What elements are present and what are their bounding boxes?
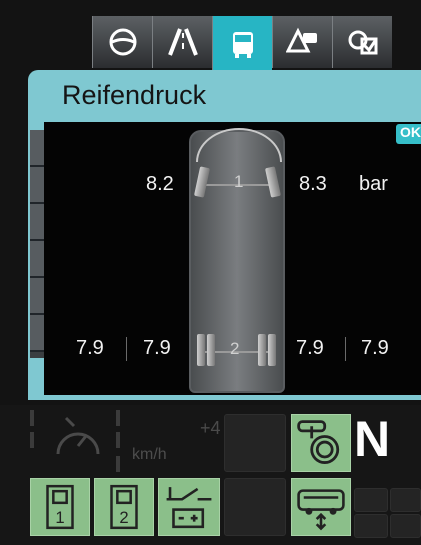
dash-marker (116, 410, 120, 426)
tab-checks[interactable] (332, 16, 392, 68)
separator (345, 337, 346, 361)
empty-slot (354, 514, 388, 538)
empty-slot (354, 488, 388, 512)
empty-slot (224, 414, 286, 472)
tab-steering[interactable] (92, 16, 152, 68)
pressure-rear-left-outer: 7.9 (76, 337, 104, 359)
tire-pressure-screen: Reifendruck OK 1 2 8.2 8.3 bar 7.9 7.9 7… (0, 0, 421, 545)
steering-wheel-icon (109, 28, 136, 56)
pressure-rear-right-outer: 7.9 (361, 337, 389, 359)
tire-2-left-inner (207, 334, 215, 366)
bus-kneeling-icon (297, 489, 345, 531)
door-2-icon: 2 (110, 484, 138, 530)
status-badge: OK (396, 124, 421, 144)
dash-marker (116, 456, 120, 472)
tire-2-right-inner (258, 334, 266, 366)
parking-brake-icon (297, 420, 340, 464)
dash-marker (116, 432, 120, 448)
pressure-front-right: 8.3 (299, 173, 327, 195)
empty-slot (390, 514, 421, 538)
tab-bus[interactable] (212, 16, 272, 74)
tire-2-left-outer (197, 334, 205, 366)
warning-message-icon (285, 27, 317, 53)
gear-indicator: N (354, 411, 391, 467)
tire-2-right-outer (268, 334, 276, 366)
axle-2-label: 2 (230, 339, 240, 358)
empty-slot (390, 488, 421, 512)
axle-1-label: 1 (234, 172, 244, 191)
parking-brake-button[interactable] (291, 414, 351, 472)
door-2-label: 2 (119, 508, 128, 527)
speed-unit: km/h (132, 446, 167, 463)
cruise-control-icon (56, 416, 100, 455)
tab-road[interactable] (152, 16, 212, 68)
empty-slot (224, 478, 286, 536)
battery-switch-button[interactable] (158, 478, 220, 536)
page-title: Reifendruck (62, 80, 207, 110)
key-check-icon (348, 30, 377, 55)
tab-warnings[interactable] (272, 16, 332, 68)
battery-switch-icon (166, 487, 212, 529)
pressure-unit: bar (359, 173, 388, 195)
pressure-front-left: 8.2 (146, 173, 174, 195)
bus-kneeling-button[interactable] (291, 478, 351, 536)
pressure-rear-right-inner: 7.9 (296, 337, 324, 359)
speed-offset: +4 (200, 418, 221, 438)
bus-icon (232, 32, 253, 58)
dash-marker (30, 410, 34, 426)
dash-marker (30, 432, 34, 448)
door-2-button[interactable]: 2 (94, 478, 154, 536)
scroll-strip[interactable] (30, 130, 44, 358)
door-1-icon: 1 (46, 484, 74, 530)
door-1-label: 1 (55, 508, 64, 527)
door-1-button[interactable]: 1 (30, 478, 90, 536)
pressure-rear-left-inner: 7.9 (143, 337, 171, 359)
tab-bar (92, 16, 421, 74)
separator (126, 337, 127, 361)
road-lane-icon (167, 28, 198, 56)
